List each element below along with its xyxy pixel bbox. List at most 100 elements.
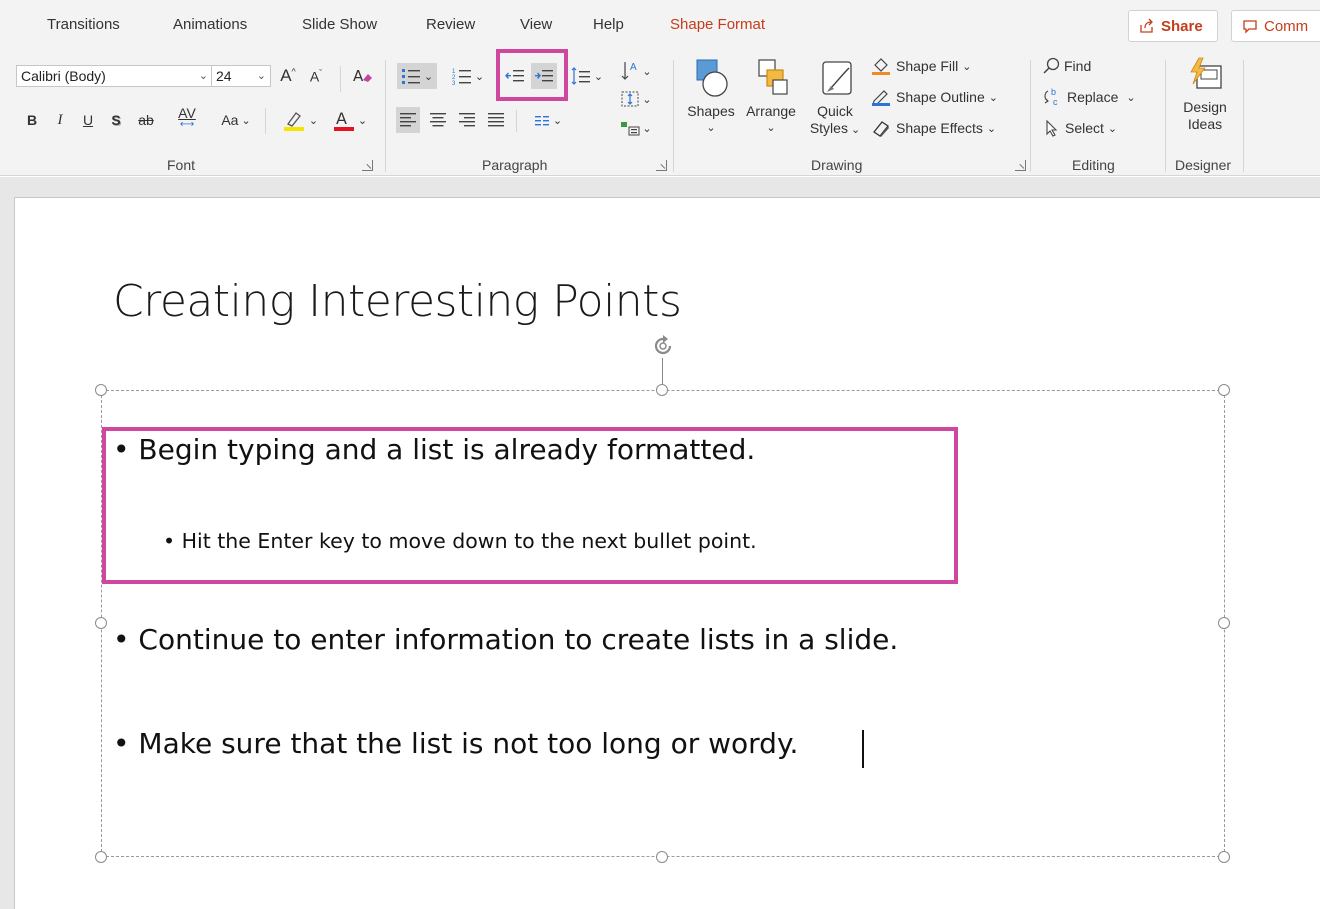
find-button[interactable]: Find — [1042, 54, 1152, 78]
shrink-font-button[interactable]: Aˇ — [306, 64, 326, 88]
resize-handle-right[interactable] — [1218, 617, 1230, 629]
slide-title[interactable]: Creating Interesting Points — [113, 276, 682, 327]
replace-label: Replace — [1067, 89, 1119, 105]
rotate-handle-icon[interactable] — [650, 333, 676, 359]
paragraph-dialog-launcher[interactable] — [656, 160, 667, 171]
shape-effects-button[interactable]: Shape Effects ⌄ — [870, 116, 1020, 140]
arrange-button[interactable]: Arrange ⌄ — [741, 56, 801, 137]
comments-button[interactable]: Comm — [1231, 10, 1320, 42]
strikethrough-button[interactable]: ab — [134, 108, 158, 132]
change-case-label: Aa — [221, 112, 239, 128]
character-spacing-label: AV — [178, 105, 196, 121]
numbering-button[interactable]: 1 2 3 ⌄ — [446, 63, 490, 89]
group-divider — [673, 60, 674, 172]
tab-review[interactable]: Review — [426, 16, 475, 33]
shapes-button[interactable]: Shapes ⌄ — [684, 56, 738, 137]
quick-styles-button[interactable]: Quick Styles ⌄ — [805, 56, 865, 139]
chevron-down-icon: ⌄ — [986, 122, 997, 135]
spacing-arrow-icon: ⟷ — [179, 119, 195, 130]
find-label: Find — [1064, 58, 1092, 74]
tab-transitions[interactable]: Transitions — [47, 16, 120, 33]
tab-view[interactable]: View — [520, 16, 552, 33]
drawing-dialog-launcher[interactable] — [1015, 160, 1026, 171]
shape-effects-icon — [873, 121, 889, 137]
resize-handle-bottom-left[interactable] — [95, 851, 107, 863]
chevron-down-icon: ⌄ — [642, 122, 652, 135]
bullet-item[interactable]: • Continue to enter information to creat… — [113, 623, 898, 656]
indent-buttons-highlight — [496, 49, 568, 101]
justify-button[interactable] — [484, 107, 508, 133]
share-icon — [1140, 18, 1153, 33]
font-color-icon: A — [333, 109, 354, 131]
text-shadow-button[interactable]: S — [108, 108, 124, 132]
bullets-button[interactable]: ⌄ — [397, 63, 437, 89]
chevron-down-icon: ⌄ — [1126, 91, 1136, 104]
line-spacing-icon — [571, 67, 590, 85]
font-size-combo[interactable]: 24 ⌄ — [211, 65, 271, 87]
tab-animations[interactable]: Animations — [173, 16, 247, 33]
resize-handle-bottom-right[interactable] — [1218, 851, 1230, 863]
align-right-button[interactable] — [455, 107, 479, 133]
chevron-down-icon: ⌄ — [642, 93, 652, 106]
change-case-button[interactable]: Aa ⌄ — [214, 108, 258, 132]
replace-icon: b c — [1044, 87, 1058, 107]
character-spacing-button[interactable]: AV ⟷ — [166, 105, 208, 133]
italic-button[interactable]: I — [52, 108, 68, 132]
svg-text:3: 3 — [452, 81, 456, 85]
shape-outline-button[interactable]: Shape Outline ⌄ — [870, 85, 1020, 109]
chevron-down-icon: ⌄ — [962, 60, 972, 73]
grow-font-button[interactable]: A^ — [278, 64, 298, 88]
search-icon — [1043, 57, 1060, 74]
designer-group-label: Designer — [1175, 157, 1232, 173]
underline-button[interactable]: U — [80, 108, 96, 132]
design-ideas-button[interactable]: Design Ideas — [1176, 56, 1234, 133]
replace-button[interactable]: b c Replace ⌄ — [1042, 85, 1162, 109]
drawing-group-label: Drawing — [811, 157, 863, 173]
bullet-item[interactable]: • Make sure that the list is not too lon… — [113, 727, 798, 760]
shape-effects-label: Shape Effects — [896, 120, 983, 136]
line-spacing-button[interactable]: ⌄ — [567, 63, 607, 89]
resize-handle-bottom[interactable] — [656, 851, 668, 863]
cursor-arrow-icon — [1046, 119, 1058, 137]
share-button[interactable]: Share — [1128, 10, 1218, 42]
align-text-button[interactable]: ⌄ — [614, 86, 658, 112]
font-name-combo[interactable]: Calibri (Body) ⌄ — [16, 65, 213, 87]
resize-handle-top-right[interactable] — [1218, 384, 1230, 396]
chevron-down-icon: ⌄ — [988, 91, 998, 104]
svg-text:b: b — [1051, 87, 1056, 97]
chevron-down-icon: ⌄ — [850, 124, 861, 136]
resize-handle-top[interactable] — [656, 384, 668, 396]
align-center-icon — [430, 113, 446, 127]
resize-handle-top-left[interactable] — [95, 384, 107, 396]
pen-icon — [872, 90, 890, 106]
chevron-down-icon: ⌄ — [308, 114, 319, 127]
chevron-down-icon: ⌄ — [552, 114, 563, 127]
text-direction-button[interactable]: A ⌄ — [614, 58, 658, 84]
quick-label: Quick — [817, 103, 853, 119]
align-center-button[interactable] — [426, 107, 450, 133]
convert-to-smartart-button[interactable]: ⌄ — [614, 116, 658, 140]
tab-slide-show[interactable]: Slide Show — [302, 16, 377, 33]
align-left-button[interactable] — [396, 107, 420, 133]
grow-font-icon: A^ — [280, 66, 296, 85]
chevron-down-icon: ⌄ — [357, 114, 368, 127]
font-color-button[interactable]: A ⌄ — [328, 106, 372, 134]
select-button[interactable]: Select ⌄ — [1042, 116, 1152, 140]
resize-handle-left[interactable] — [95, 617, 107, 629]
highlight-color-button[interactable]: ⌄ — [276, 106, 324, 134]
quick-styles-icon — [822, 61, 852, 95]
columns-button[interactable]: ⌄ — [526, 107, 570, 133]
clear-formatting-button[interactable]: A — [350, 64, 376, 88]
group-divider — [385, 60, 386, 172]
bold-button[interactable]: B — [24, 108, 40, 132]
smartart-icon — [621, 122, 640, 136]
font-dialog-launcher[interactable] — [362, 160, 373, 171]
tab-shape-format[interactable]: Shape Format — [670, 16, 765, 33]
shape-fill-button[interactable]: Shape Fill ⌄ — [870, 54, 1020, 78]
svg-text:c: c — [1053, 97, 1058, 107]
tab-help[interactable]: Help — [593, 16, 624, 33]
bullet-text: Continue to enter information to create … — [138, 623, 899, 656]
shape-outline-label: Shape Outline — [896, 89, 985, 105]
svg-text:A: A — [353, 67, 364, 85]
design-ideas-icon — [1190, 57, 1222, 89]
